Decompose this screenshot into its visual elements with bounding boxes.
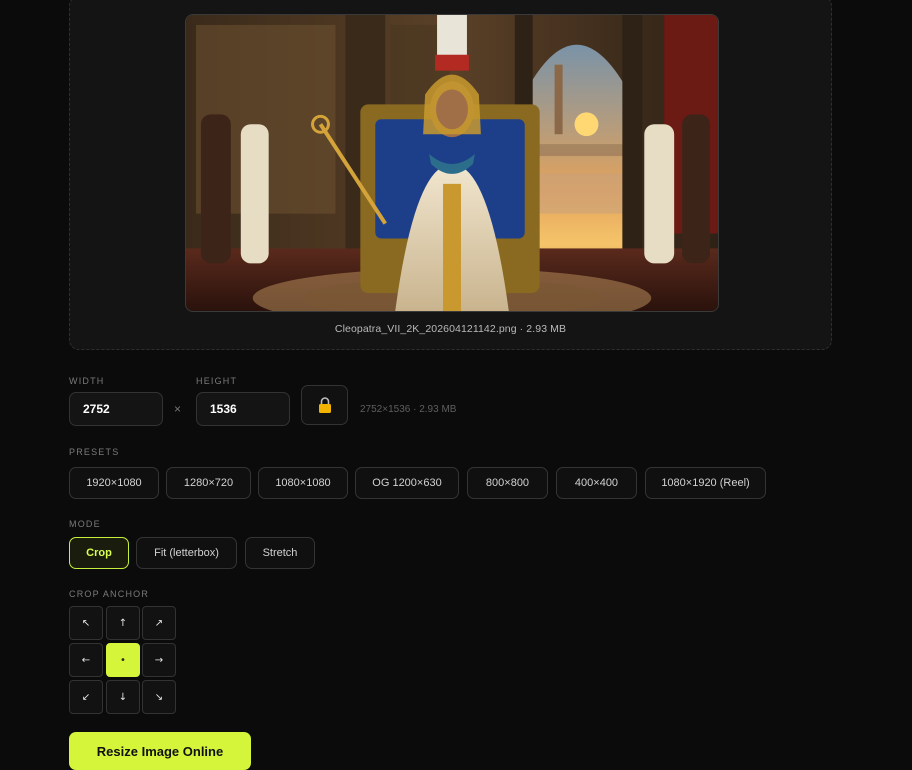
anchor-top[interactable]: ↑ bbox=[106, 606, 140, 640]
image-dropzone[interactable]: Cleopatra_VII_2K_202604121142.png · 2.93… bbox=[69, 0, 832, 350]
anchor-top-right[interactable]: ↗ bbox=[142, 606, 176, 640]
image-preview bbox=[185, 14, 719, 312]
height-input[interactable]: 1536 bbox=[196, 392, 290, 426]
file-name: Cleopatra_VII_2K_202604121142.png bbox=[334, 323, 517, 335]
dimension-meta: 2752×1536 · 2.93 MB bbox=[360, 404, 457, 415]
resize-image-button[interactable]: Resize Image Online bbox=[69, 732, 251, 770]
mode-stretch-button[interactable]: Stretch bbox=[245, 537, 315, 569]
cleopatra-illustration bbox=[186, 15, 718, 311]
crop-anchor-label: CROP ANCHOR bbox=[69, 589, 150, 599]
preset-1080x1920-reel[interactable]: 1080×1920 (Reel) bbox=[645, 467, 766, 499]
anchor-left[interactable]: ← bbox=[69, 643, 103, 677]
aspect-lock-button[interactable] bbox=[301, 385, 348, 425]
mode-label: MODE bbox=[69, 519, 101, 529]
anchor-bottom-right[interactable]: ↘ bbox=[142, 680, 176, 714]
anchor-bottom-left[interactable]: ↙ bbox=[69, 680, 103, 714]
mode-fit-letterbox-button[interactable]: Fit (letterbox) bbox=[136, 537, 237, 569]
preset-800x800[interactable]: 800×800 bbox=[467, 467, 548, 499]
preset-1920x1080[interactable]: 1920×1080 bbox=[69, 467, 159, 499]
anchor-center[interactable]: • bbox=[106, 643, 140, 677]
width-label: WIDTH bbox=[69, 376, 105, 386]
preset-og-1200x630[interactable]: OG 1200×630 bbox=[355, 467, 459, 499]
times-symbol: × bbox=[174, 402, 182, 416]
presets-label: PRESETS bbox=[69, 447, 120, 457]
file-size: 2.93 MB bbox=[526, 323, 567, 335]
file-caption: Cleopatra_VII_2K_202604121142.png · 2.93… bbox=[70, 323, 831, 335]
mode-crop-button[interactable]: Crop bbox=[69, 537, 129, 569]
lock-icon bbox=[318, 397, 331, 413]
anchor-right[interactable]: → bbox=[142, 643, 176, 677]
width-input[interactable]: 2752 bbox=[69, 392, 163, 426]
anchor-bottom[interactable]: ↓ bbox=[106, 680, 140, 714]
height-label: HEIGHT bbox=[196, 376, 238, 386]
preset-1080x1080[interactable]: 1080×1080 bbox=[258, 467, 348, 499]
preset-400x400[interactable]: 400×400 bbox=[556, 467, 637, 499]
anchor-top-left[interactable]: ↖ bbox=[69, 606, 103, 640]
preset-1280x720[interactable]: 1280×720 bbox=[166, 467, 251, 499]
caption-separator: · bbox=[516, 323, 527, 335]
